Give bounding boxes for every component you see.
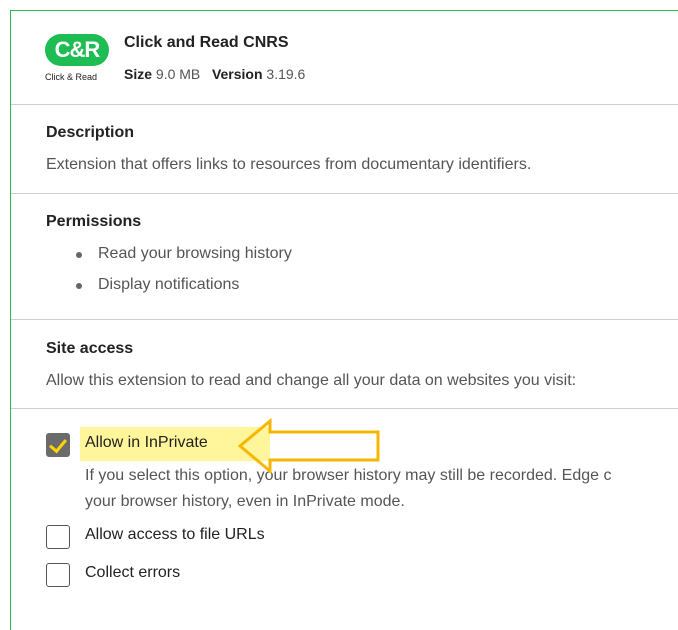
- allow-inprivate-label[interactable]: Allow in InPrivate: [85, 434, 208, 452]
- logo-subtitle: Click & Read: [45, 72, 98, 82]
- extension-name: Click and Read CNRS: [124, 34, 289, 51]
- divider: [11, 193, 678, 194]
- checkmark-icon: [49, 434, 67, 454]
- site-access-title: Site access: [46, 340, 134, 357]
- allow-file-urls-label[interactable]: Allow access to file URLs: [85, 526, 265, 544]
- allow-inprivate-checkbox[interactable]: [46, 433, 70, 457]
- logo-badge: C&R: [45, 34, 109, 66]
- permission-text: Display notifications: [98, 276, 240, 293]
- divider: [11, 408, 678, 409]
- extension-logo: C&R Click & Read: [45, 34, 109, 86]
- collect-errors-checkbox[interactable]: [46, 563, 70, 587]
- extension-header: C&R Click & Read Click and Read CNRS Siz…: [45, 28, 678, 98]
- bullet-icon: [76, 252, 82, 258]
- allow-file-urls-checkbox[interactable]: [46, 525, 70, 549]
- permission-item: Display notifications: [74, 273, 292, 304]
- version-value: 3.19.6: [266, 66, 306, 82]
- permission-text: Read your browsing history: [98, 245, 292, 262]
- extension-meta: Size 9.0 MB Version 3.19.6: [124, 66, 305, 82]
- version-label: Version: [211, 66, 263, 82]
- permissions-list: Read your browsing history Display notif…: [74, 242, 292, 304]
- site-access-text: Allow this extension to read and change …: [46, 372, 577, 389]
- divider: [11, 104, 678, 105]
- size-value: 9.0 MB: [155, 66, 201, 82]
- size-label: Size: [124, 66, 153, 82]
- description-text: Extension that offers links to resources…: [46, 156, 532, 173]
- bullet-icon: [76, 283, 82, 289]
- permission-item: Read your browsing history: [74, 242, 292, 273]
- description-line: your browser history, even in InPrivate …: [85, 493, 405, 510]
- description-title: Description: [46, 124, 135, 141]
- collect-errors-label[interactable]: Collect errors: [85, 564, 180, 582]
- divider: [11, 319, 678, 320]
- permissions-title: Permissions: [46, 213, 142, 230]
- annotation-arrow-icon: [238, 418, 380, 474]
